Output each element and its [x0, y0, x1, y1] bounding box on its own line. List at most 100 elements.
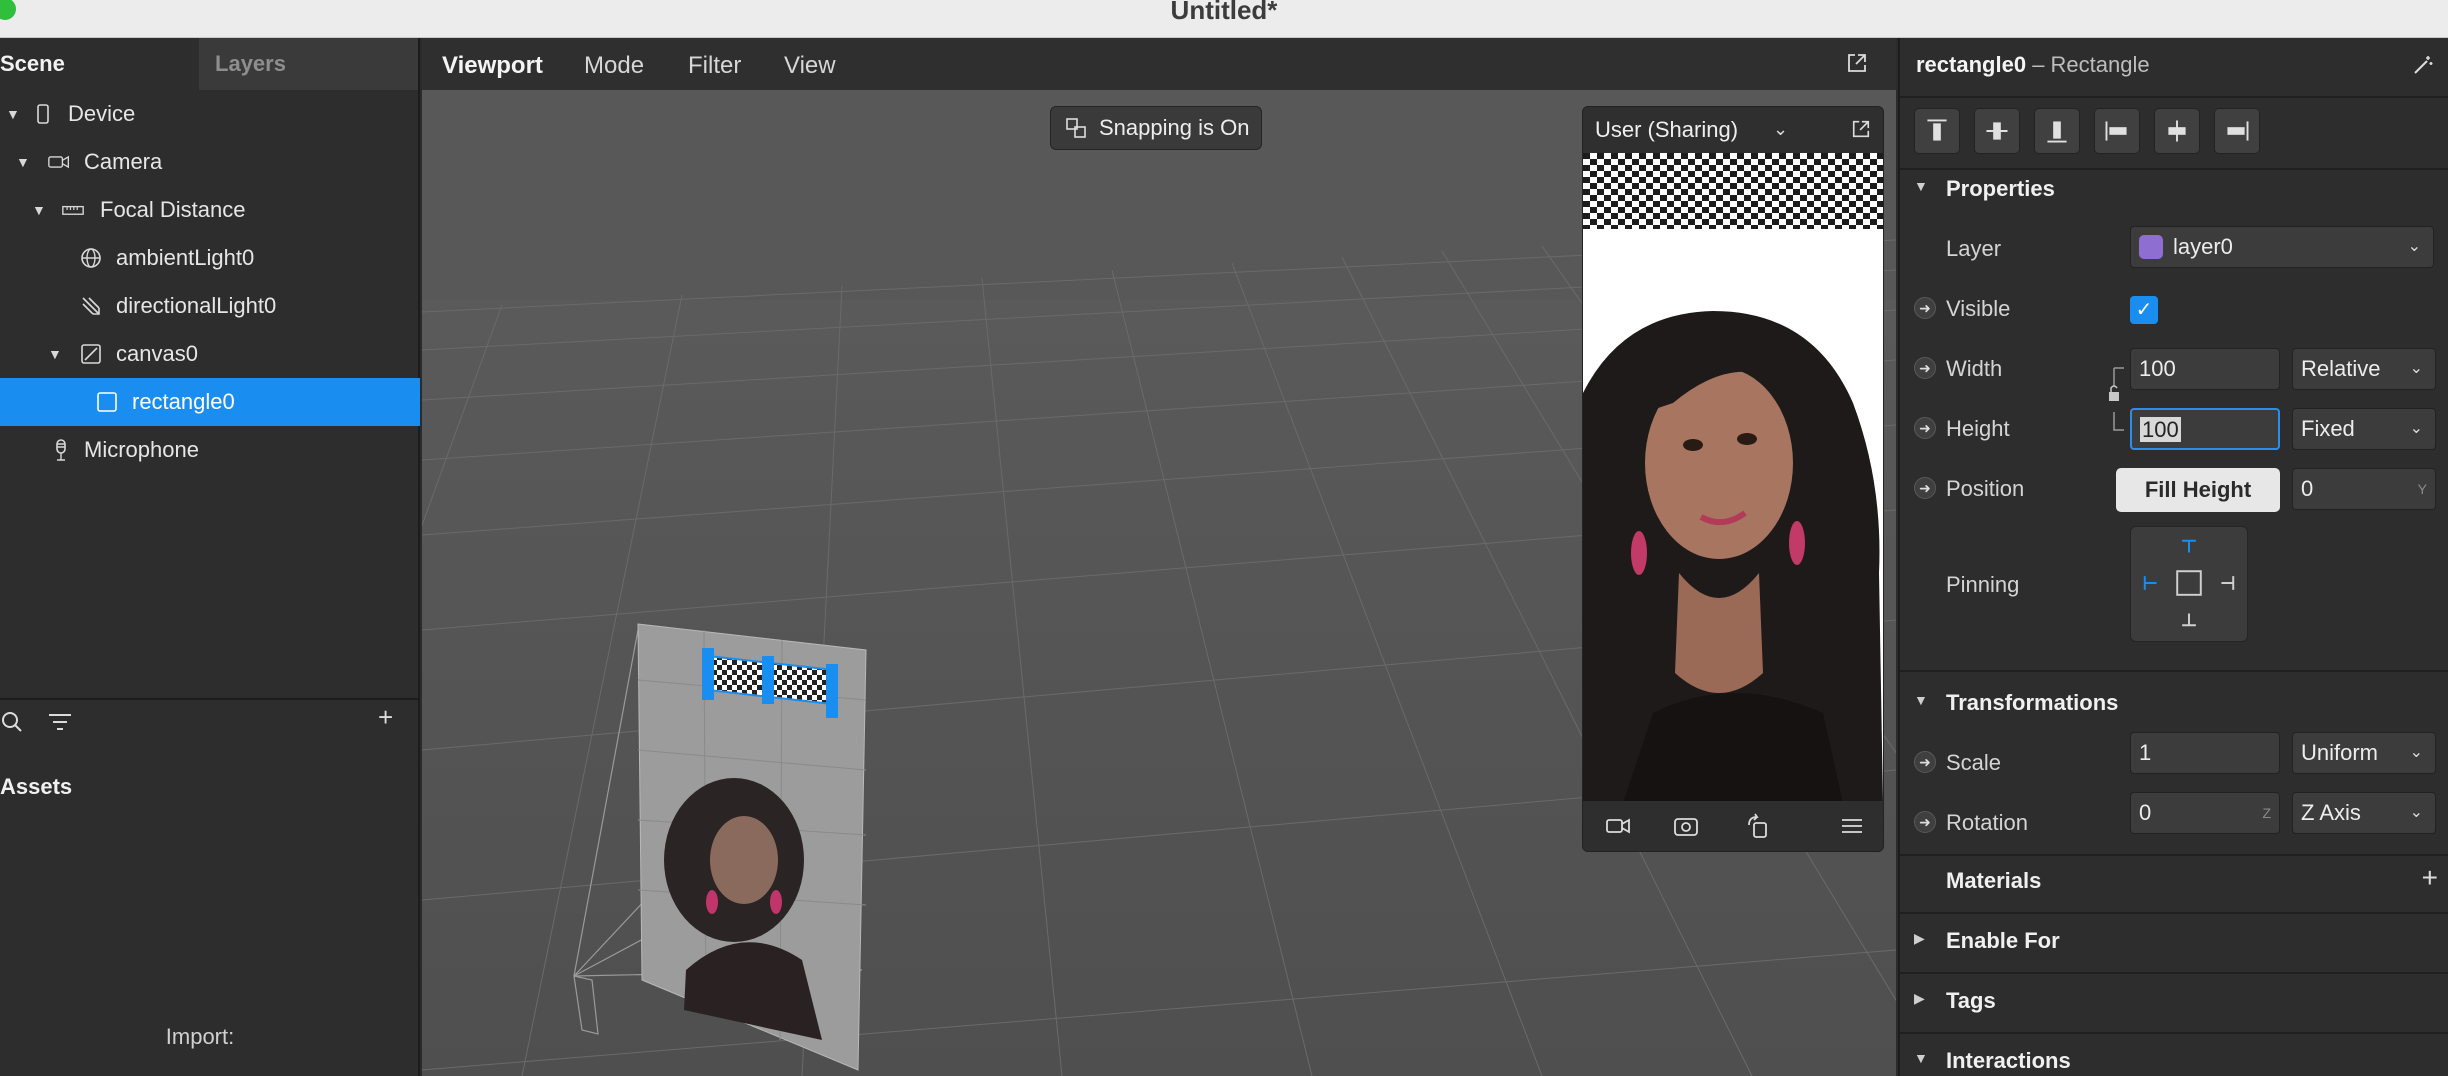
- arrow-right-icon[interactable]: ➜: [1914, 751, 1936, 773]
- align-top-icon: [1927, 119, 1947, 141]
- arrow-right-icon[interactable]: ➜: [1914, 811, 1936, 833]
- tree-item-focal-distance[interactable]: ▼ Focal Distance: [0, 186, 420, 234]
- align-center-button[interactable]: [2154, 108, 2200, 154]
- divider: [1900, 670, 2448, 672]
- align-right-button[interactable]: [2214, 108, 2260, 154]
- align-top-button[interactable]: [1914, 108, 1960, 154]
- microphone-icon: [56, 439, 66, 461]
- search-icon[interactable]: [0, 710, 24, 734]
- arrow-right-icon[interactable]: ➜: [1914, 357, 1936, 379]
- position-label: Position: [1946, 476, 2025, 501]
- tree-item-ambient-light[interactable]: ambientLight0: [0, 234, 420, 282]
- ruler-icon: [62, 205, 84, 215]
- height-label: Height: [1946, 416, 2010, 441]
- pinning-control[interactable]: [2130, 526, 2248, 642]
- chevron-down-icon: ⌄: [2409, 360, 2423, 377]
- video-camera-icon[interactable]: [1605, 813, 1631, 839]
- align-left-button[interactable]: [2094, 108, 2140, 154]
- object-name: rectangle0: [1916, 52, 2027, 77]
- tree-item-rectangle[interactable]: rectangle0: [0, 378, 420, 426]
- caret-down-icon[interactable]: ▼: [16, 138, 30, 186]
- divider: [1900, 96, 2448, 98]
- viewport-header: Viewport Mode Filter View: [422, 38, 1896, 90]
- rotate-device-icon[interactable]: [1745, 813, 1771, 839]
- tree-item-canvas[interactable]: ▼ canvas0: [0, 330, 420, 378]
- snapping-toggle[interactable]: Snapping is On: [1050, 106, 1263, 150]
- pinning-label: Pinning: [1946, 572, 2020, 597]
- align-right-icon: [2227, 121, 2249, 141]
- external-link-icon[interactable]: [1851, 119, 1871, 139]
- tab-layers[interactable]: Layers: [199, 38, 418, 90]
- arrow-right-icon[interactable]: ➜: [1914, 297, 1936, 319]
- external-link-icon[interactable]: [1846, 52, 1868, 74]
- width-input[interactable]: 100: [2130, 348, 2280, 390]
- visible-checkbox[interactable]: ✓: [2130, 296, 2158, 324]
- phone-icon: [37, 104, 49, 124]
- preview-source-select[interactable]: User (Sharing): [1595, 117, 1738, 143]
- align-left-icon: [2105, 121, 2127, 141]
- caret-down-icon: ▼: [1914, 178, 1928, 194]
- rotation-input[interactable]: 0 Z: [2130, 792, 2280, 834]
- scale-input[interactable]: 1: [2130, 732, 2280, 774]
- caret-down-icon: ▼: [1914, 1050, 1928, 1066]
- directional-light-icon: [82, 297, 100, 315]
- assets-title: Assets: [0, 774, 73, 799]
- caret-down-icon[interactable]: ▼: [32, 186, 46, 234]
- layer-select[interactable]: layer0 ⌄: [2130, 226, 2434, 268]
- tree-item-label: Microphone: [84, 437, 199, 462]
- fill-height-tooltip[interactable]: Fill Height: [2116, 468, 2280, 512]
- object-type: – Rectangle: [2032, 52, 2150, 77]
- add-material-icon[interactable]: +: [2422, 862, 2438, 894]
- tree-item-label: Camera: [84, 149, 163, 174]
- tree-item-microphone[interactable]: Microphone: [0, 426, 420, 474]
- align-center-icon: [2168, 120, 2186, 142]
- tree-item-device[interactable]: ▼ Device: [0, 90, 420, 138]
- align-middle-icon: [1986, 122, 2008, 140]
- left-toolbar: +: [0, 698, 420, 742]
- align-bottom-button[interactable]: [2034, 108, 2080, 154]
- menu-viewport[interactable]: Viewport: [442, 52, 543, 80]
- position-y-input[interactable]: 0 Y: [2292, 468, 2436, 510]
- tree-item-camera[interactable]: ▼ Camera: [0, 138, 420, 186]
- menu-icon[interactable]: [1839, 813, 1865, 839]
- tree-item-label: rectangle0: [132, 389, 235, 414]
- title-bar: Untitled*: [0, 0, 2448, 38]
- preview-toolbar: [1583, 801, 1883, 851]
- menu-view[interactable]: View: [784, 52, 836, 80]
- rotation-axis-select[interactable]: Z Axis ⌄: [2292, 792, 2436, 834]
- width-mode-select[interactable]: Relative ⌄: [2292, 348, 2436, 390]
- height-input[interactable]: 100: [2130, 408, 2280, 450]
- chevron-down-icon: ⌄: [2409, 420, 2423, 437]
- scale-mode-select[interactable]: Uniform ⌄: [2292, 732, 2436, 774]
- filter-icon[interactable]: [48, 712, 72, 732]
- menu-mode[interactable]: Mode: [584, 52, 644, 80]
- aspect-lock-icon[interactable]: [2106, 366, 2128, 432]
- add-icon[interactable]: +: [378, 702, 393, 733]
- magic-wand-icon[interactable]: [2412, 54, 2434, 76]
- tree-item-directional-light[interactable]: directionalLight0: [0, 282, 420, 330]
- caret-down-icon[interactable]: ▼: [48, 330, 62, 378]
- divider: [1900, 1032, 2448, 1034]
- align-middle-button[interactable]: [1974, 108, 2020, 154]
- scene-tree: ▼ Device ▼ Camera ▼ Focal Distance ambie…: [0, 90, 420, 474]
- tree-item-label: canvas0: [116, 341, 198, 366]
- arrow-right-icon[interactable]: ➜: [1914, 417, 1936, 439]
- viewport[interactable]: Viewport Mode Filter View Snapping is On…: [422, 38, 1896, 1076]
- inspector-panel: rectangle0 – Rectangle ▼ Properties Laye…: [1898, 38, 2448, 1076]
- tab-scene[interactable]: Scene: [0, 38, 200, 90]
- inspector-title: rectangle0 – Rectangle: [1916, 52, 2150, 78]
- globe-icon: [81, 248, 101, 268]
- preview-image: [1583, 153, 1883, 803]
- chevron-down-icon[interactable]: ⌄: [1773, 119, 1788, 140]
- tree-item-label: Device: [68, 101, 136, 126]
- switch-camera-icon[interactable]: [1673, 813, 1699, 839]
- height-mode-select[interactable]: Fixed ⌄: [2292, 408, 2436, 450]
- handle: [702, 648, 714, 700]
- window-title: Untitled*: [1170, 0, 1278, 25]
- chevron-down-icon: ⌄: [2409, 744, 2423, 761]
- caret-down-icon[interactable]: ▼: [6, 90, 20, 138]
- menu-filter[interactable]: Filter: [688, 52, 741, 80]
- caret-right-icon: ▶: [1914, 990, 1925, 1006]
- arrow-right-icon[interactable]: ➜: [1914, 477, 1936, 499]
- rectangle-icon: [97, 392, 117, 412]
